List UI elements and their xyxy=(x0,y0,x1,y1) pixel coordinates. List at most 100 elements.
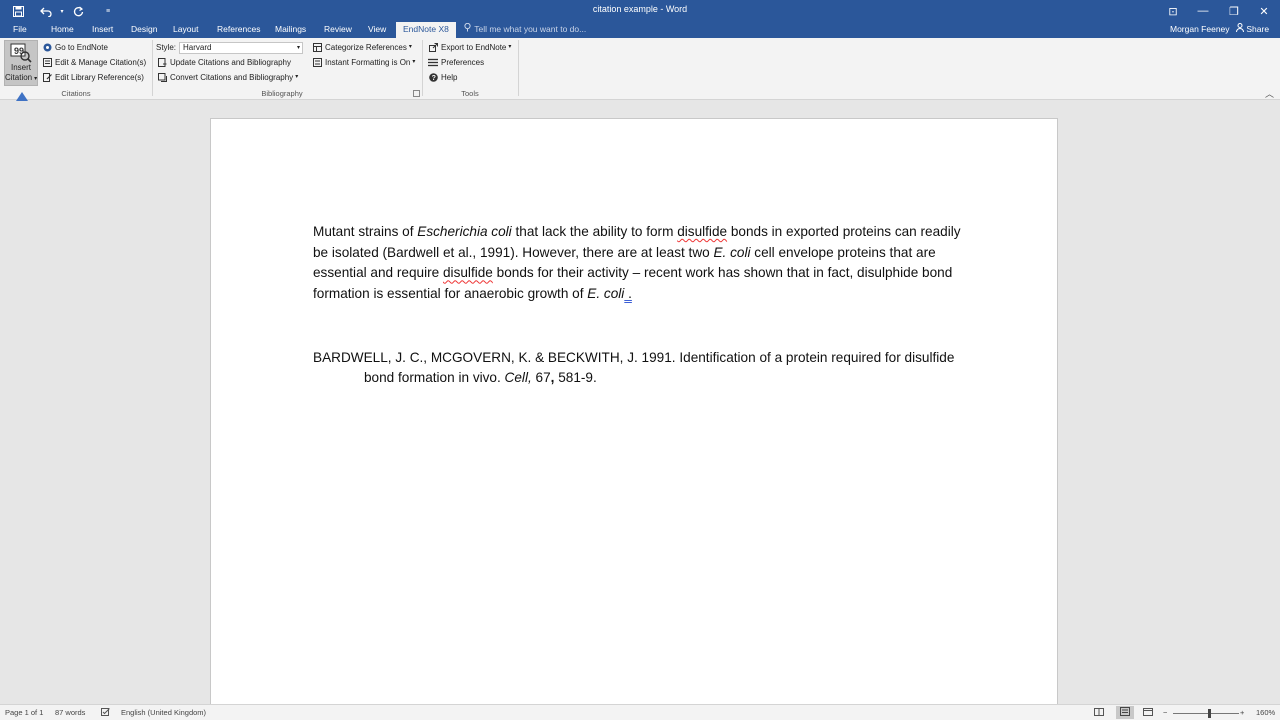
chevron-down-icon: ▾ xyxy=(508,44,512,50)
tab-design[interactable]: Design xyxy=(124,22,164,38)
bibliography-entry[interactable]: BARDWELL, J. C., MCGOVERN, K. & BECKWITH… xyxy=(313,348,973,387)
page-count[interactable]: Page 1 of 1 xyxy=(5,708,43,717)
zoom-level[interactable]: 160% xyxy=(1256,708,1275,717)
chevron-down-icon: ▾ xyxy=(296,45,300,51)
tab-insert[interactable]: Insert xyxy=(85,22,120,38)
zoom-slider[interactable] xyxy=(1173,713,1239,714)
language-indicator[interactable]: English (United Kingdom) xyxy=(121,708,206,717)
tab-file[interactable]: File xyxy=(6,22,34,38)
chevron-down-icon: ▾ xyxy=(408,44,412,50)
edit-manage-citations-button[interactable]: Edit & Manage Citation(s) xyxy=(42,56,146,69)
tab-review[interactable]: Review xyxy=(317,22,359,38)
document-area[interactable]: Mutant strains of Escherichia coli that … xyxy=(0,101,1280,718)
help-label: Help xyxy=(441,73,458,82)
group-divider xyxy=(518,40,519,96)
grammar-flag[interactable]: . xyxy=(624,286,632,301)
lightbulb-icon xyxy=(464,22,472,37)
instant-formatting-icon xyxy=(312,57,322,68)
zoom-out-button[interactable]: − xyxy=(1163,708,1167,717)
text-run: BARDWELL, J. C., MCGOVERN, K. & BECKWITH… xyxy=(313,350,955,385)
endnote-icon xyxy=(42,43,52,53)
window-title: citation example - Word xyxy=(592,4,688,14)
status-bar: Page 1 of 1 87 words English (United Kin… xyxy=(0,704,1280,720)
spelling-flag[interactable]: disulfide xyxy=(443,265,493,280)
print-layout-icon[interactable] xyxy=(1116,706,1134,719)
zoom-slider-thumb[interactable] xyxy=(1208,709,1211,718)
convert-citations-button[interactable]: Convert Citations and Bibliography ▾ xyxy=(157,71,298,84)
edit-manage-citations-label: Edit & Manage Citation(s) xyxy=(55,58,147,67)
style-select[interactable]: Harvard ▾ xyxy=(179,42,303,54)
tab-endnote-x8[interactable]: EndNote X8 xyxy=(396,22,456,38)
close-button[interactable]: ✕ xyxy=(1249,2,1279,20)
text-run-italic: E. coli xyxy=(587,286,625,302)
read-mode-icon[interactable] xyxy=(1094,708,1104,718)
citations-group-label: Citations xyxy=(61,89,91,98)
preferences-button[interactable]: Preferences xyxy=(428,56,484,69)
insert-citation-icon: 99 xyxy=(10,43,32,63)
text-run: 581-9. xyxy=(554,369,597,385)
update-icon xyxy=(157,57,167,68)
edit-library-references-button[interactable]: Edit Library Reference(s) xyxy=(42,71,144,84)
insert-citation-button[interactable]: 99 Insert Citation ▾ xyxy=(4,40,38,86)
text-run: 67 xyxy=(531,369,551,385)
style-select-value: Harvard xyxy=(183,43,212,52)
tab-home[interactable]: Home xyxy=(44,22,81,38)
tab-references[interactable]: References xyxy=(210,22,267,38)
chevron-down-icon: ▾ xyxy=(412,59,416,65)
tell-me-box[interactable]: Tell me what you want to do... xyxy=(464,22,586,38)
go-to-endnote-label: Go to EndNote xyxy=(55,43,108,52)
share-button[interactable]: Share xyxy=(1236,22,1269,37)
text-run: that lack the ability to form xyxy=(511,224,678,239)
svg-text:?: ? xyxy=(431,75,435,82)
zoom-in-button[interactable]: + xyxy=(1240,708,1244,717)
text-run-italic: Cell, xyxy=(504,369,532,385)
insert-citation-label-2: Citation ▾ xyxy=(5,73,38,82)
edit-library-icon xyxy=(42,72,52,83)
help-button[interactable]: ? Help xyxy=(428,71,457,84)
tab-view[interactable]: View xyxy=(361,22,393,38)
tab-layout[interactable]: Layout xyxy=(166,22,206,38)
web-layout-icon[interactable] xyxy=(1143,708,1153,718)
export-to-endnote-label: Export to EndNote xyxy=(441,43,507,52)
minimize-button[interactable]: — xyxy=(1188,2,1218,20)
spelling-flag[interactable]: disulfide xyxy=(677,224,727,239)
export-to-endnote-button[interactable]: Export to EndNote ▾ xyxy=(428,41,511,54)
export-icon xyxy=(428,42,438,53)
instant-formatting-button[interactable]: Instant Formatting is On ▾ xyxy=(312,56,415,69)
text-run: Mutant strains of xyxy=(313,224,418,239)
update-citations-label: Update Citations and Bibliography xyxy=(170,58,291,67)
style-label: Style: xyxy=(156,43,177,52)
share-label: Share xyxy=(1246,24,1270,34)
text-run-italic: E. coli xyxy=(713,244,751,260)
go-to-endnote-button[interactable]: Go to EndNote xyxy=(42,41,108,54)
restore-button[interactable]: ❐ xyxy=(1219,2,1249,20)
update-citations-button[interactable]: Update Citations and Bibliography xyxy=(157,56,291,69)
text-run-italic: Escherichia coli xyxy=(417,224,512,239)
dialog-launcher-icon[interactable] xyxy=(413,90,420,97)
tab-mailings[interactable]: Mailings xyxy=(268,22,313,38)
convert-icon xyxy=(157,72,167,83)
ribbon-tab-row: File Home Insert Design Layout Reference… xyxy=(0,22,1280,38)
group-divider xyxy=(422,40,423,96)
categorize-references-label: Categorize References xyxy=(325,43,407,52)
collapse-ribbon-icon[interactable]: ︿ xyxy=(1265,87,1274,100)
document-page[interactable]: Mutant strains of Escherichia coli that … xyxy=(210,118,1058,718)
title-bar: ▾ ≡ citation example - Word ⊡ — ❐ ✕ xyxy=(0,0,1280,22)
user-name[interactable]: Morgan Feeney xyxy=(1170,22,1230,37)
bibliography-group-label: Bibliography xyxy=(261,89,303,98)
edit-library-references-label: Edit Library Reference(s) xyxy=(55,73,144,82)
proofing-icon[interactable] xyxy=(101,708,110,718)
word-count[interactable]: 87 words xyxy=(55,708,85,717)
ribbon-display-options-icon[interactable]: ⊡ xyxy=(1158,2,1188,20)
chevron-down-icon: ▾ xyxy=(34,76,38,82)
help-icon: ? xyxy=(428,72,438,83)
group-divider xyxy=(152,40,153,96)
ribbon: 99 Insert Citation ▾ Go to EndNote Edit &… xyxy=(0,38,1280,100)
convert-citations-label: Convert Citations and Bibliography xyxy=(170,73,294,82)
chevron-down-icon: ▾ xyxy=(295,74,299,80)
instant-formatting-label: Instant Formatting is On xyxy=(325,58,411,67)
person-icon xyxy=(1236,23,1246,34)
preferences-label: Preferences xyxy=(441,58,485,67)
body-paragraph[interactable]: Mutant strains of Escherichia coli that … xyxy=(313,222,973,305)
categorize-references-button[interactable]: Categorize References ▾ xyxy=(312,41,412,54)
